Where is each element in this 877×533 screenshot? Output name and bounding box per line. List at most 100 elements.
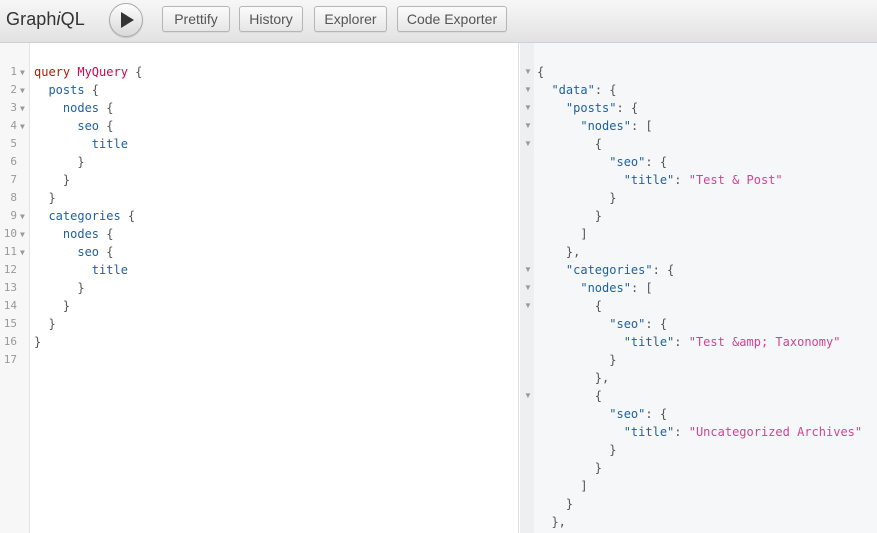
json-key: "posts": [565, 101, 617, 115]
json-line: {: [537, 299, 603, 313]
fold-arrow-icon[interactable]: ▼: [20, 82, 25, 100]
fold-arrow-icon[interactable]: ▼: [20, 226, 25, 244]
result-viewer[interactable]: ▼ ▼ ▼ ▼ ▼ ▼ ▼ ▼ ▼ { "data": { "posts": {…: [520, 43, 877, 533]
line-number: 5: [10, 137, 17, 150]
fold-arrow-icon[interactable]: ▼: [20, 244, 25, 262]
json-line: "title": "Test & Post": [623, 173, 783, 187]
json-line: ]: [537, 227, 588, 241]
keyword: query: [34, 65, 71, 79]
field-name: posts: [48, 83, 85, 97]
json-line: }: [537, 443, 617, 457]
line-number: 16: [3, 335, 17, 348]
json-key: "seo": [609, 155, 646, 169]
line-number: 6: [10, 155, 17, 168]
field-name: title: [91, 263, 128, 277]
fold-arrow-icon[interactable]: ▼: [20, 64, 25, 82]
json-line: "seo": {: [609, 407, 668, 421]
json-line: }: [537, 461, 603, 475]
json-line: }: [537, 191, 617, 205]
line-number: 3: [10, 101, 17, 114]
json-string-value: "Uncategorized Archives": [688, 425, 863, 439]
code-line: categories {: [48, 209, 136, 223]
json-key: "title": [623, 335, 675, 349]
line-number: 2: [10, 83, 17, 96]
json-line: "nodes": [: [580, 119, 653, 133]
line-number: 13: [3, 281, 17, 294]
json-line: "categories": {: [565, 263, 675, 277]
line-number: 14: [3, 299, 17, 312]
fold-arrow-icon[interactable]: ▼: [20, 100, 25, 118]
json-line: "title": "Test &amp; Taxonomy": [623, 335, 841, 349]
code-line: }: [34, 155, 85, 169]
field-name: categories: [48, 209, 121, 223]
code-line: posts {: [48, 83, 100, 97]
code-line: seo {: [77, 119, 114, 133]
fold-arrow-icon[interactable]: ▼: [20, 118, 25, 136]
line-number: 8: [10, 191, 17, 204]
play-icon: [121, 12, 134, 28]
field-name: title: [91, 137, 128, 151]
fold-arrow-icon[interactable]: ▼: [524, 261, 532, 279]
json-line: "data": {: [551, 83, 617, 97]
json-line: ]: [537, 479, 588, 493]
json-key: "categories": [565, 263, 653, 277]
json-key: "seo": [609, 317, 646, 331]
json-line: "title": "Uncategorized Archives": [623, 425, 863, 439]
json-line: "seo": {: [609, 317, 668, 331]
json-key: "title": [623, 425, 675, 439]
json-key: "nodes": [580, 281, 631, 295]
toolbar: GraphiQL Prettify History Explorer Code …: [0, 0, 877, 43]
line-number: 12: [3, 263, 17, 276]
fold-arrow-icon[interactable]: ▼: [524, 279, 532, 297]
field-name: seo: [77, 245, 100, 259]
code-line: query MyQuery {: [34, 65, 143, 79]
code-line: }: [34, 191, 56, 205]
json-line: }: [537, 209, 603, 223]
line-number: 1: [10, 65, 17, 78]
field-name: nodes: [62, 227, 100, 241]
prettify-button[interactable]: Prettify: [162, 6, 230, 32]
fold-arrow-icon[interactable]: ▼: [524, 297, 532, 315]
fold-arrow-icon[interactable]: ▼: [20, 208, 25, 226]
fold-arrow-icon[interactable]: ▼: [524, 63, 532, 81]
json-string-value: "Test & Post": [688, 173, 783, 187]
json-line: },: [537, 515, 566, 529]
line-number-gutter: 1 2 3 4 5 6 7 8 9 10 11 12 13 14 15 16 1…: [0, 43, 30, 533]
app-title: GraphiQL: [6, 9, 85, 29]
fold-arrow-icon[interactable]: ▼: [524, 135, 532, 153]
json-string-value: "Test &amp; Taxonomy": [688, 335, 841, 349]
code-line: title: [34, 261, 128, 279]
json-line: {: [537, 389, 603, 403]
result-gutter: ▼ ▼ ▼ ▼ ▼ ▼ ▼ ▼ ▼: [520, 43, 534, 533]
code-line: seo {: [77, 245, 114, 259]
fold-arrow-icon[interactable]: ▼: [524, 81, 532, 99]
code-line: title: [34, 135, 128, 153]
line-number: 17: [3, 353, 17, 366]
fold-arrow-icon[interactable]: ▼: [524, 99, 532, 117]
fold-arrow-icon[interactable]: ▼: [524, 117, 532, 135]
line-number: 4: [10, 119, 17, 132]
query-editor[interactable]: 1 2 3 4 5 6 7 8 9 10 11 12 13 14 15 16 1…: [0, 43, 519, 533]
code-line: }: [34, 173, 71, 187]
json-line: },: [537, 371, 610, 385]
code-line: nodes {: [62, 101, 114, 115]
line-number: 9: [10, 209, 17, 222]
fold-arrow-icon[interactable]: ▼: [524, 387, 532, 405]
json-line: {: [537, 137, 603, 151]
json-line: "nodes": [: [580, 281, 653, 295]
execute-query-button[interactable]: [109, 3, 143, 37]
json-key: "data": [551, 83, 595, 97]
explorer-button[interactable]: Explorer: [314, 6, 387, 32]
json-line: "posts": {: [565, 101, 639, 115]
history-button[interactable]: History: [239, 6, 303, 32]
line-number: 10: [3, 227, 17, 240]
code-line: }: [34, 317, 56, 331]
json-line: {: [537, 65, 545, 79]
code-line: nodes {: [62, 227, 114, 241]
code-line: }: [34, 299, 71, 313]
json-key: "nodes": [580, 119, 631, 133]
code-exporter-button[interactable]: Code Exporter: [397, 6, 507, 32]
json-key: "seo": [609, 407, 646, 421]
json-key: "title": [623, 173, 675, 187]
code-line: }: [34, 335, 42, 349]
